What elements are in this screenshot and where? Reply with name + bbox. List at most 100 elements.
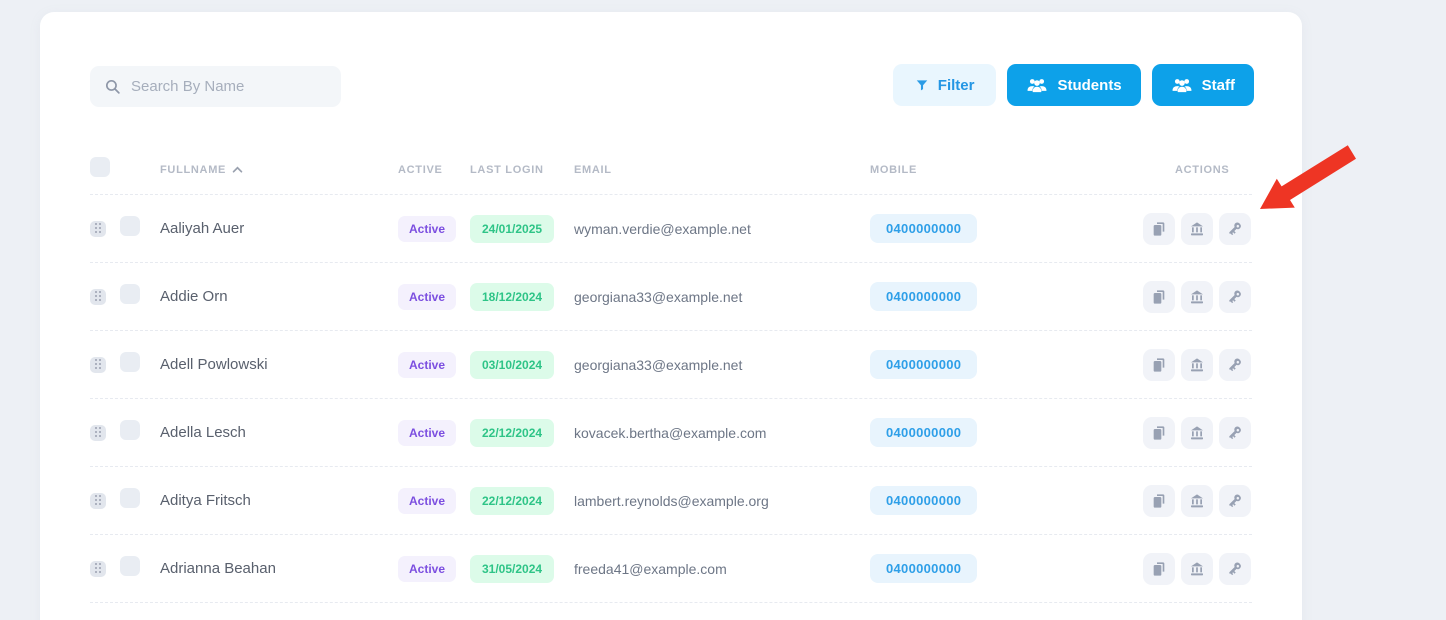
header-actions: ACTIONS bbox=[1175, 163, 1230, 176]
key-button[interactable] bbox=[1219, 280, 1251, 313]
institution-icon bbox=[1191, 425, 1203, 439]
row-checkbox[interactable] bbox=[120, 488, 140, 508]
copy-button[interactable] bbox=[1143, 280, 1175, 313]
users-icon bbox=[1172, 79, 1192, 93]
institution-icon bbox=[1191, 357, 1203, 371]
select-all-checkbox[interactable] bbox=[90, 157, 110, 177]
key-button[interactable] bbox=[1219, 484, 1251, 517]
search-icon bbox=[105, 79, 120, 94]
annotation-arrow-icon bbox=[1260, 145, 1356, 209]
status-badge: Active bbox=[398, 419, 457, 446]
institution-button[interactable] bbox=[1181, 484, 1213, 517]
status-badge: Active bbox=[398, 215, 457, 242]
table-row: Aditya Fritsch Active 22/12/2024 lambert… bbox=[90, 467, 1252, 535]
header-email[interactable]: EMAIL bbox=[574, 164, 870, 176]
last-login-badge: 22/12/2024 bbox=[470, 418, 555, 447]
last-login-badge: 03/10/2024 bbox=[470, 350, 555, 379]
table-row: Addie Orn Active 18/12/2024 georgiana33@… bbox=[90, 263, 1252, 331]
last-login-badge: 22/12/2024 bbox=[470, 486, 555, 515]
copy-icon bbox=[1153, 289, 1165, 304]
students-label: Students bbox=[1057, 76, 1122, 94]
key-icon bbox=[1229, 358, 1241, 371]
header-last-login[interactable]: LAST LOGIN bbox=[470, 164, 574, 176]
sort-asc-icon bbox=[232, 166, 243, 173]
user-fullname: Adella Lesch bbox=[160, 424, 246, 441]
search-input[interactable] bbox=[131, 78, 327, 95]
filter-icon bbox=[916, 80, 928, 91]
key-button[interactable] bbox=[1219, 552, 1251, 585]
table-row: Adella Lesch Active 22/12/2024 kovacek.b… bbox=[90, 399, 1252, 467]
row-checkbox[interactable] bbox=[120, 420, 140, 440]
key-button[interactable] bbox=[1219, 416, 1251, 449]
copy-button[interactable] bbox=[1143, 416, 1175, 449]
drag-handle-icon[interactable] bbox=[90, 492, 106, 509]
user-email: georgiana33@example.net bbox=[574, 288, 743, 305]
table-row: Adrianna Beahan Active 31/05/2024 freeda… bbox=[90, 535, 1252, 603]
mobile-badge[interactable]: 0400000000 bbox=[870, 214, 978, 243]
row-checkbox[interactable] bbox=[120, 352, 140, 372]
institution-button[interactable] bbox=[1181, 416, 1213, 449]
key-button[interactable] bbox=[1219, 348, 1251, 381]
staff-label: Staff bbox=[1201, 76, 1235, 94]
copy-icon bbox=[1153, 493, 1165, 508]
users-table: FULLNAME ACTIVE LAST LOGIN EMAIL MOBILE … bbox=[90, 145, 1252, 620]
status-badge: Active bbox=[398, 487, 457, 514]
mobile-badge[interactable]: 0400000000 bbox=[870, 554, 978, 583]
key-icon bbox=[1229, 426, 1241, 439]
students-button[interactable]: Students bbox=[1007, 64, 1141, 106]
last-login-badge: 31/05/2024 bbox=[470, 554, 555, 583]
institution-icon bbox=[1191, 289, 1203, 303]
institution-button[interactable] bbox=[1181, 280, 1213, 313]
copy-icon bbox=[1153, 221, 1165, 236]
mobile-badge[interactable]: 0400000000 bbox=[870, 418, 978, 447]
mobile-badge[interactable]: 0400000000 bbox=[870, 350, 978, 379]
staff-button[interactable]: Staff bbox=[1151, 64, 1254, 106]
drag-handle-icon[interactable] bbox=[90, 220, 106, 237]
filter-button[interactable]: Filter bbox=[892, 64, 997, 106]
copy-button[interactable] bbox=[1143, 552, 1175, 585]
user-fullname: Adrianna Beahan bbox=[160, 560, 276, 577]
user-email: georgiana33@example.net bbox=[574, 356, 743, 373]
search-box[interactable] bbox=[90, 66, 341, 107]
users-icon bbox=[1028, 79, 1047, 93]
header-mobile[interactable]: MOBILE bbox=[870, 164, 1132, 176]
copy-button[interactable] bbox=[1143, 484, 1175, 517]
institution-button[interactable] bbox=[1181, 348, 1213, 381]
status-badge: Active bbox=[398, 351, 457, 378]
user-email: wyman.verdie@example.net bbox=[574, 220, 751, 237]
user-fullname: Aaliyah Auer bbox=[160, 220, 245, 237]
key-icon bbox=[1229, 222, 1241, 235]
institution-icon bbox=[1191, 493, 1203, 507]
users-panel: Filter Students Staff bbox=[40, 12, 1302, 620]
user-fullname: Addie Orn bbox=[160, 288, 228, 305]
institution-icon bbox=[1191, 221, 1203, 235]
institution-icon bbox=[1191, 561, 1203, 575]
copy-button[interactable] bbox=[1143, 348, 1175, 381]
drag-handle-icon[interactable] bbox=[90, 560, 106, 577]
last-login-badge: 24/01/2025 bbox=[470, 214, 555, 243]
header-fullname[interactable]: FULLNAME bbox=[160, 164, 398, 176]
header-active[interactable]: ACTIVE bbox=[398, 164, 470, 176]
drag-handle-icon[interactable] bbox=[90, 356, 106, 373]
institution-button[interactable] bbox=[1181, 552, 1213, 585]
table-row: Adell Powlowski Active 03/10/2024 georgi… bbox=[90, 331, 1252, 399]
key-button[interactable] bbox=[1219, 212, 1251, 245]
institution-button[interactable] bbox=[1181, 212, 1213, 245]
copy-icon bbox=[1153, 425, 1165, 440]
row-checkbox[interactable] bbox=[120, 556, 140, 576]
mobile-badge[interactable]: 0400000000 bbox=[870, 282, 978, 311]
user-fullname: Aditya Fritsch bbox=[160, 492, 251, 509]
drag-handle-icon[interactable] bbox=[90, 424, 106, 441]
copy-icon bbox=[1153, 561, 1165, 576]
user-fullname: Adell Powlowski bbox=[160, 356, 268, 373]
toolbar-buttons: Filter Students Staff bbox=[892, 64, 1254, 106]
row-checkbox[interactable] bbox=[120, 284, 140, 304]
mobile-badge[interactable]: 0400000000 bbox=[870, 486, 978, 515]
copy-button[interactable] bbox=[1143, 212, 1175, 245]
status-badge: Active bbox=[398, 555, 457, 582]
user-email: freeda41@example.com bbox=[574, 560, 727, 577]
row-checkbox[interactable] bbox=[120, 216, 140, 236]
user-email: kovacek.bertha@example.com bbox=[574, 424, 767, 441]
drag-handle-icon[interactable] bbox=[90, 288, 106, 305]
table-row: Agustina Bernhard Active 15/08/2024 kath… bbox=[90, 603, 1252, 620]
